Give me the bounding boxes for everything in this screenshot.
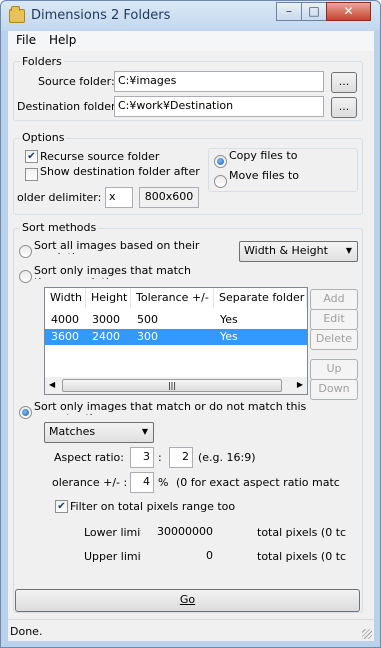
status-bar: Done. [8,619,374,641]
tolerance-hint: (0 for exact aspect ratio matc [176,476,340,489]
title-bar[interactable]: Dimensions 2 Folders – □ ✕ [1,1,380,31]
column-header-separate-folder[interactable]: Separate folder [214,288,307,308]
match-combo-value: Matches [49,425,96,438]
destination-folder-label: Destination folder: [17,100,120,113]
column-header-tolerance[interactable]: Tolerance +/- [131,288,214,308]
go-button[interactable]: Go [15,589,360,612]
delimiter-label: older delimiter: [17,191,102,204]
delimiter-example: 800x600 [139,187,199,208]
edit-button[interactable]: Edit [310,309,358,330]
sort-matching-label: Sort only images that match these resolu… [34,265,191,279]
cell-width: 3600 [51,330,79,343]
upper-pixels-hint: total pixels (0 tc [257,550,347,563]
aspect-width-input[interactable]: 3 [130,447,154,468]
table-row-selected[interactable]: 3600 2400 300 Yes [45,329,307,345]
menu-bar: File Help [8,31,374,51]
move-files-label: Move files to destination [229,170,300,183]
cell-height: 2400 [92,330,120,343]
column-header-height[interactable]: Height [86,288,131,308]
resolutions-list[interactable]: Width Height Tolerance +/- Separate fold… [44,287,308,395]
cell-tolerance: 300 [137,330,158,343]
destination-folder-input[interactable]: C:¥work¥Destination [114,96,324,117]
cell-tolerance: 500 [137,313,158,326]
sort-methods-group-label: Sort methods [20,221,99,234]
delimiter-input[interactable]: x [105,187,133,208]
tolerance-unit: % [158,476,169,489]
maximize-button[interactable]: □ [301,2,327,21]
filter-pixels-checkbox[interactable]: ✔ [55,500,68,513]
close-button[interactable]: ✕ [326,2,371,21]
add-button[interactable]: Add [310,289,358,310]
cell-separate-folder: Yes [220,330,238,343]
minimize-button[interactable]: – [276,2,302,21]
source-browse-button[interactable]: ... [331,72,357,93]
sort-all-combo-value: Width & Height [244,244,328,257]
menu-help[interactable]: Help [49,33,76,47]
chevron-down-icon: ▼ [141,427,148,436]
move-files-radio[interactable] [214,175,227,188]
column-header-width[interactable]: Width [45,288,86,308]
status-text: Done. [10,625,43,638]
filter-pixels-label: Filter on total pixels range too [70,500,236,513]
sort-all-label: Sort all images based on their resolutio… [34,240,200,254]
go-button-label: Go [179,593,196,606]
app-window: Dimensions 2 Folders – □ ✕ File Help Fol… [0,0,381,648]
folders-group-label: Folders [20,55,64,68]
lower-limit-label: Lower limit: [84,526,149,539]
scroll-thumb[interactable]: ||| [62,379,282,392]
move-up-button[interactable]: Up [310,359,358,380]
tolerance-label: olerance +/- : [52,476,128,489]
menu-file[interactable]: File [16,33,36,47]
aspect-colon: : [158,451,162,464]
chevron-down-icon: ▼ [345,246,352,255]
recurse-label: Recurse source folder [40,150,160,163]
folder-icon [9,6,25,23]
show-destination-label: Show destination folder after run [40,166,200,180]
window-title: Dimensions 2 Folders [31,8,171,23]
aspect-ratio-radio[interactable] [19,406,32,419]
cell-separate-folder: Yes [220,313,238,326]
lower-pixels-hint: total pixels (0 tc [257,526,347,539]
show-destination-checkbox[interactable] [25,168,38,181]
lower-limit-input[interactable]: 30000000 [141,522,217,543]
copy-files-radio[interactable] [214,155,227,168]
match-combo[interactable]: Matches ▼ [44,422,154,443]
client-area: File Help Folders Source folder: C:¥imag… [8,31,374,641]
sort-all-combo[interactable]: Width & Height ▼ [239,241,358,262]
options-group-label: Options [20,131,67,144]
scroll-left-icon[interactable]: ◀ [49,380,55,389]
aspect-height-input[interactable]: 2 [169,447,193,468]
table-row[interactable]: 4000 3000 500 Yes [45,312,307,328]
cell-width: 4000 [51,313,79,326]
cell-height: 3000 [92,313,120,326]
upper-limit-input[interactable]: 0 [141,546,217,567]
aspect-ratio-label: Aspect ratio: [54,451,124,464]
aspect-ratio-sort-label: Sort only images that match or do not ma… [34,401,307,415]
sort-matching-radio[interactable] [19,270,32,283]
recurse-checkbox[interactable]: ✔ [25,150,38,163]
delete-button[interactable]: Delete [310,329,358,350]
scroll-right-icon[interactable]: ▶ [297,380,303,389]
tolerance-input[interactable]: 4 [130,472,154,493]
upper-limit-label: Upper limit: [84,550,149,563]
copy-files-label: Copy files to destination [229,150,298,163]
move-down-button[interactable]: Down [310,379,358,400]
aspect-example-hint: (e.g. 16:9) [198,451,256,464]
source-folder-label: Source folder: [38,75,115,88]
destination-browse-button[interactable]: ... [331,97,357,118]
source-folder-input[interactable]: C:¥images [114,71,324,92]
resize-grip-icon[interactable] [362,629,372,639]
sort-all-radio[interactable] [19,245,32,258]
horizontal-scrollbar[interactable]: ◀ ||| ▶ [45,377,307,394]
